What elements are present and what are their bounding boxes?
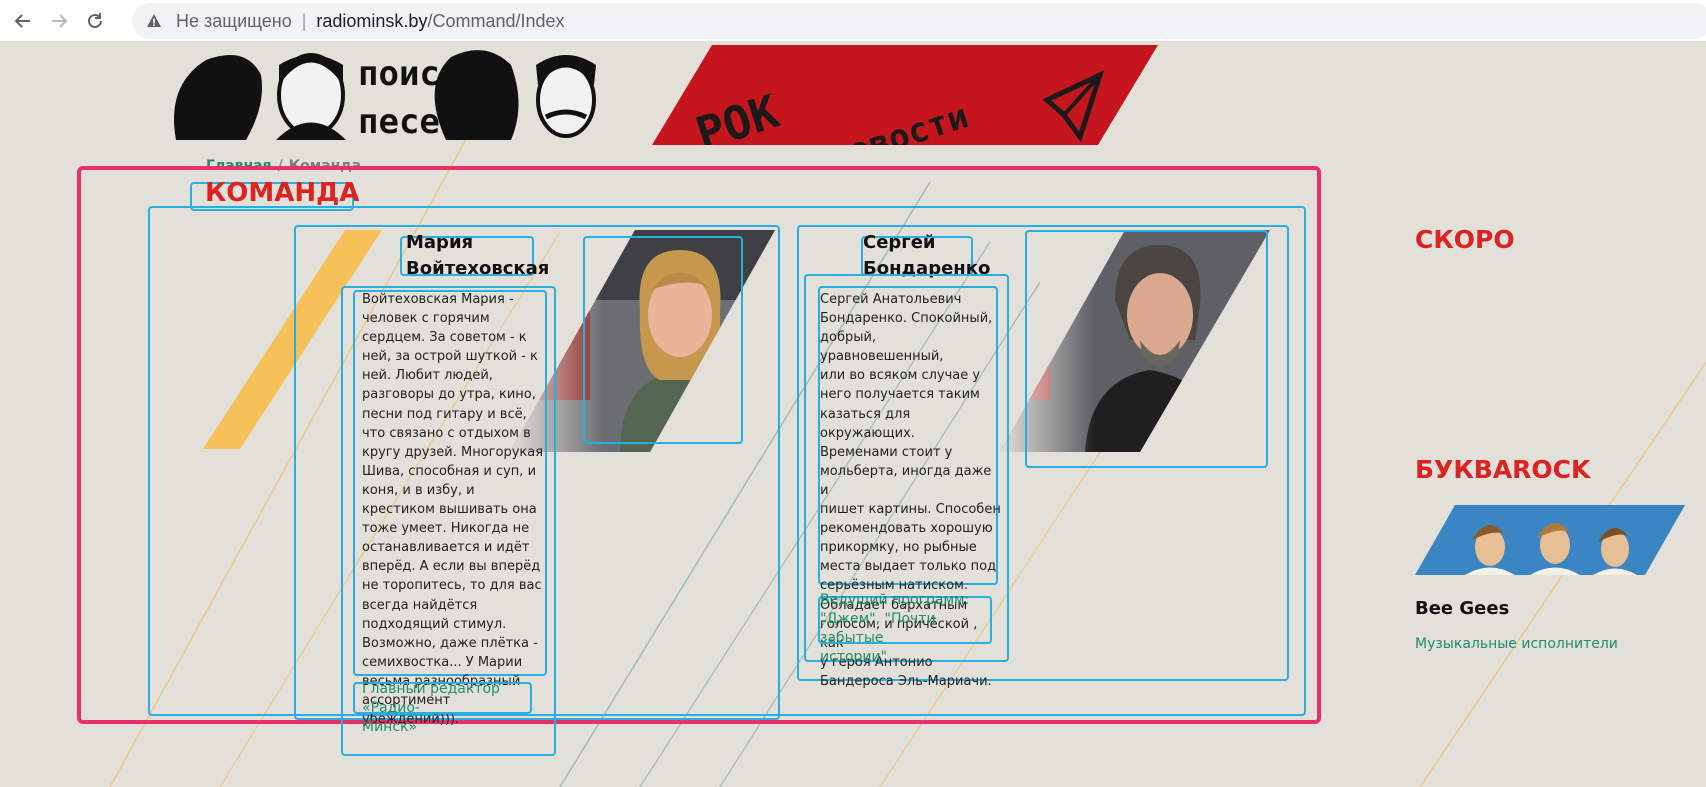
bio-line: разговоры до утра, кино, [362,387,536,403]
bio-line: человек с горячим [362,311,490,327]
photo-box [583,236,743,444]
reload-icon[interactable] [80,6,110,36]
bio-line: не торопитесь, то для вас [362,578,542,594]
feature-title[interactable]: Bee Gees [1415,598,1509,619]
page-content: поиск песен РОК новости Главная / Команда … [0,42,1706,787]
bio-line: рекомендовать хорошую [820,521,993,537]
url-path: /Command/Index [427,10,565,31]
photo-box [1025,230,1268,468]
bio-line: места выдает только под [820,559,997,575]
url-host: radiominsk.by [316,10,428,31]
page-title: КОМАНДА [205,178,360,208]
forward-arrow-icon[interactable] [44,6,74,36]
security-label: Не защищено [176,10,292,31]
bee-gees-image[interactable] [1415,505,1685,575]
svg-text:песен: песен [358,102,460,142]
bio-line: что связано с отдыхом в [362,425,531,441]
bio-line: Войтеховская Мария - [362,292,514,307]
song-search-banner[interactable]: поиск песен [166,45,616,145]
bio-line: останавливается и идёт [362,540,530,556]
bio-line: ней. Любит людей, [362,368,493,384]
bio-line: песни под гитару и всё, [362,406,527,422]
browser-toolbar: Не защищено | radiominsk.by/Command/Inde… [0,0,1706,42]
bio-line: коня, и в избу, и [362,482,475,498]
member-bio-maria: Войтеховская Мария - человек с горячим сер… [362,290,547,729]
feature-category-link[interactable]: Музыкальные исполнители [1415,636,1618,652]
bio-line: Возможно, даже плётка - [362,635,538,651]
warning-icon[interactable] [146,12,164,30]
bio-line: сердцем. За советом - к [362,330,527,346]
bio-line: вперёд. А если вы вперёд [362,559,541,575]
address-divider: | [301,10,307,31]
bio-line: прикормку, но рыбные [820,540,977,556]
bio-line: крестиком вышивать она [362,502,537,518]
soon-heading: СКОРО [1415,225,1515,254]
bio-line: добрый, уравновешенный, [820,330,944,365]
bio-line: Сергей Анатольевич [820,292,962,307]
bio-line: Шива, способная и суп, и [362,463,537,479]
bio-line: Временами стоит у [820,444,953,460]
bio-line: Бондаренко. Спокойный, [820,311,993,327]
bio-line: тоже умеет. Никогда не [362,521,530,537]
member-role-sergey[interactable]: Ведущий программ: "Джем", "Почти забытые… [820,591,1002,667]
bio-line: семихвостка... У Марии [362,654,523,670]
bio-line: ней, за острой шуткой - к [362,349,538,365]
back-arrow-icon[interactable] [8,6,38,36]
bio-line: него получается таким [820,387,980,403]
bio-line: подходящий стимул. [362,616,507,632]
bukvarock-heading: БУКВАROCK [1415,455,1591,484]
address-bar[interactable]: Не защищено | radiominsk.by/Command/Inde… [132,3,1706,39]
bio-line: всегда найдётся [362,597,478,613]
bio-line: или во всяком случае у [820,368,981,384]
rock-news-banner[interactable]: РОК новости [652,45,1158,145]
bio-line: Бандероса Эль-Мариачи. [820,673,992,689]
bio-line: казаться для окружающих. [820,406,915,441]
svg-text:поиск: поиск [358,54,460,94]
bio-line: кругу друзей. Многорукая [362,444,544,460]
bio-line: мольберта, иногда даже и [820,463,992,498]
member-name-maria: Мария Войтеховская [406,232,550,279]
member-role-maria[interactable]: Главный редактор «Радио- Минск» [362,680,552,737]
bio-line: пишет картины. Способен [820,502,1001,518]
